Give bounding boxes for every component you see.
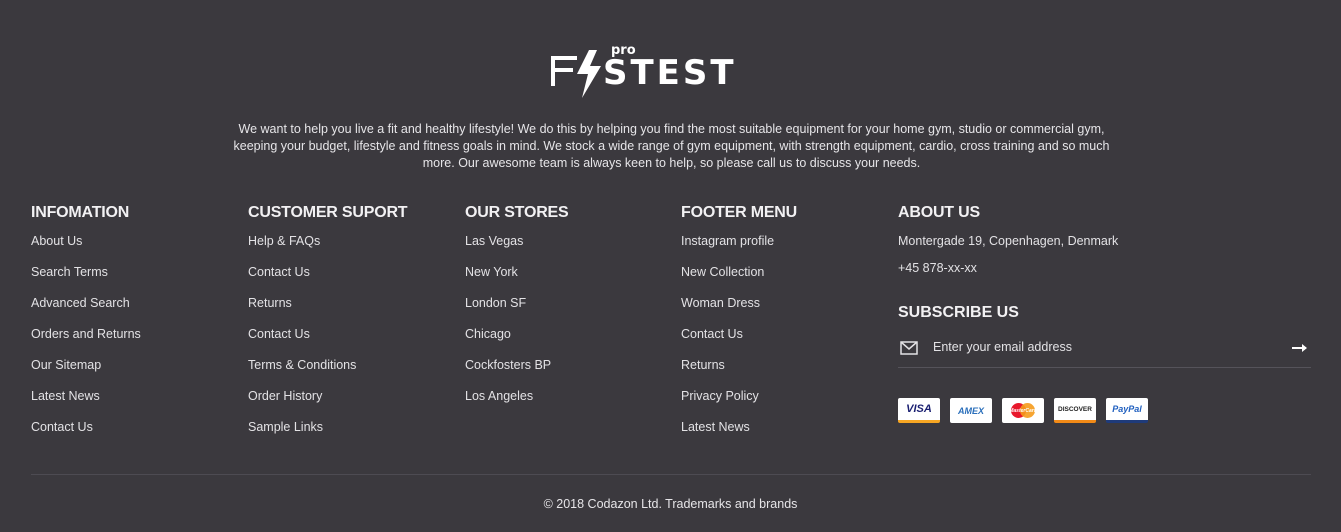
discover-card-icon: DISCOVER	[1054, 398, 1096, 423]
store-phone: +45 878-xx-xx	[898, 261, 977, 275]
logo-wordmark: STEST	[603, 53, 737, 93]
column-title: INFOMATION	[31, 204, 130, 221]
footer-column-footer-menu: FOOTER MENU Instagram profile New Collec…	[681, 204, 797, 451]
brand-logo[interactable]: pro STEST	[549, 44, 795, 102]
footer-link-sample-links[interactable]: Sample Links	[248, 420, 407, 451]
subscribe-title: SUBSCRIBE US	[898, 304, 1019, 321]
subscribe-submit-arrow-icon[interactable]	[1291, 341, 1309, 355]
footer-link-sitemap[interactable]: Our Sitemap	[31, 358, 141, 389]
footer-link-terms[interactable]: Terms & Conditions	[248, 358, 407, 389]
footer-link-contact-us-2[interactable]: Contact Us	[248, 327, 407, 358]
newsletter-form	[898, 334, 1311, 368]
footer-link-chicago[interactable]: Chicago	[465, 327, 569, 358]
payment-methods: VISA AMEX MasterCard DISCOVER PayPal	[898, 398, 1148, 423]
footer-link-london-sf[interactable]: London SF	[465, 296, 569, 327]
footer-link-search-terms[interactable]: Search Terms	[31, 265, 141, 296]
footer-link-orders-returns[interactable]: Orders and Returns	[31, 327, 141, 358]
footer-link-new-york[interactable]: New York	[465, 265, 569, 296]
store-address: Montergade 19, Copenhagen, Denmark	[898, 234, 1119, 248]
footer-link-contact-us[interactable]: Contact Us	[681, 327, 797, 358]
envelope-icon	[900, 341, 918, 360]
footer-link-contact-us[interactable]: Contact Us	[31, 420, 141, 451]
footer-link-instagram[interactable]: Instagram profile	[681, 234, 797, 265]
paypal-card-icon: PayPal	[1106, 398, 1148, 423]
footer-link-advanced-search[interactable]: Advanced Search	[31, 296, 141, 327]
footer-column-about-us: ABOUT US Montergade 19, Copenhagen, Denm…	[898, 204, 1118, 276]
footer-link-returns[interactable]: Returns	[248, 296, 407, 327]
column-title: OUR STORES	[465, 204, 569, 221]
footer-link-latest-news[interactable]: Latest News	[681, 420, 797, 451]
email-input[interactable]	[933, 337, 1273, 357]
column-title: FOOTER MENU	[681, 204, 798, 221]
footer-link-contact-us[interactable]: Contact Us	[248, 265, 407, 296]
footer-link-about-us[interactable]: About Us	[31, 234, 141, 265]
footer-link-privacy-policy[interactable]: Privacy Policy	[681, 389, 797, 420]
column-title: CUSTOMER SUPORT	[248, 204, 408, 221]
footer-link-latest-news[interactable]: Latest News	[31, 389, 141, 420]
footer-column-our-stores: OUR STORES Las Vegas New York London SF …	[465, 204, 569, 420]
footer-column-information: INFOMATION About Us Search Terms Advance…	[31, 204, 141, 451]
footer-column-customer-support: CUSTOMER SUPORT Help & FAQs Contact Us R…	[248, 204, 408, 451]
footer-link-cockfosters[interactable]: Cockfosters BP	[465, 358, 569, 389]
mastercard-card-icon: MasterCard	[1002, 398, 1044, 423]
visa-card-icon: VISA	[898, 398, 940, 423]
footer-link-las-vegas[interactable]: Las Vegas	[465, 234, 569, 265]
amex-card-icon: AMEX	[950, 398, 992, 423]
copyright-text: © 2018 Codazon Ltd. Trademarks and brand…	[543, 497, 798, 511]
footer-link-woman-dress[interactable]: Woman Dress	[681, 296, 797, 327]
footer-divider	[31, 474, 1311, 475]
footer-link-returns[interactable]: Returns	[681, 358, 797, 389]
footer-link-los-angeles[interactable]: Los Angeles	[465, 389, 569, 420]
footer-link-order-history[interactable]: Order History	[248, 389, 407, 420]
footer-link-help-faqs[interactable]: Help & FAQs	[248, 234, 407, 265]
footer-link-new-collection[interactable]: New Collection	[681, 265, 797, 296]
about-description: We want to help you live a fit and healt…	[233, 122, 1110, 170]
column-title: ABOUT US	[898, 204, 980, 221]
